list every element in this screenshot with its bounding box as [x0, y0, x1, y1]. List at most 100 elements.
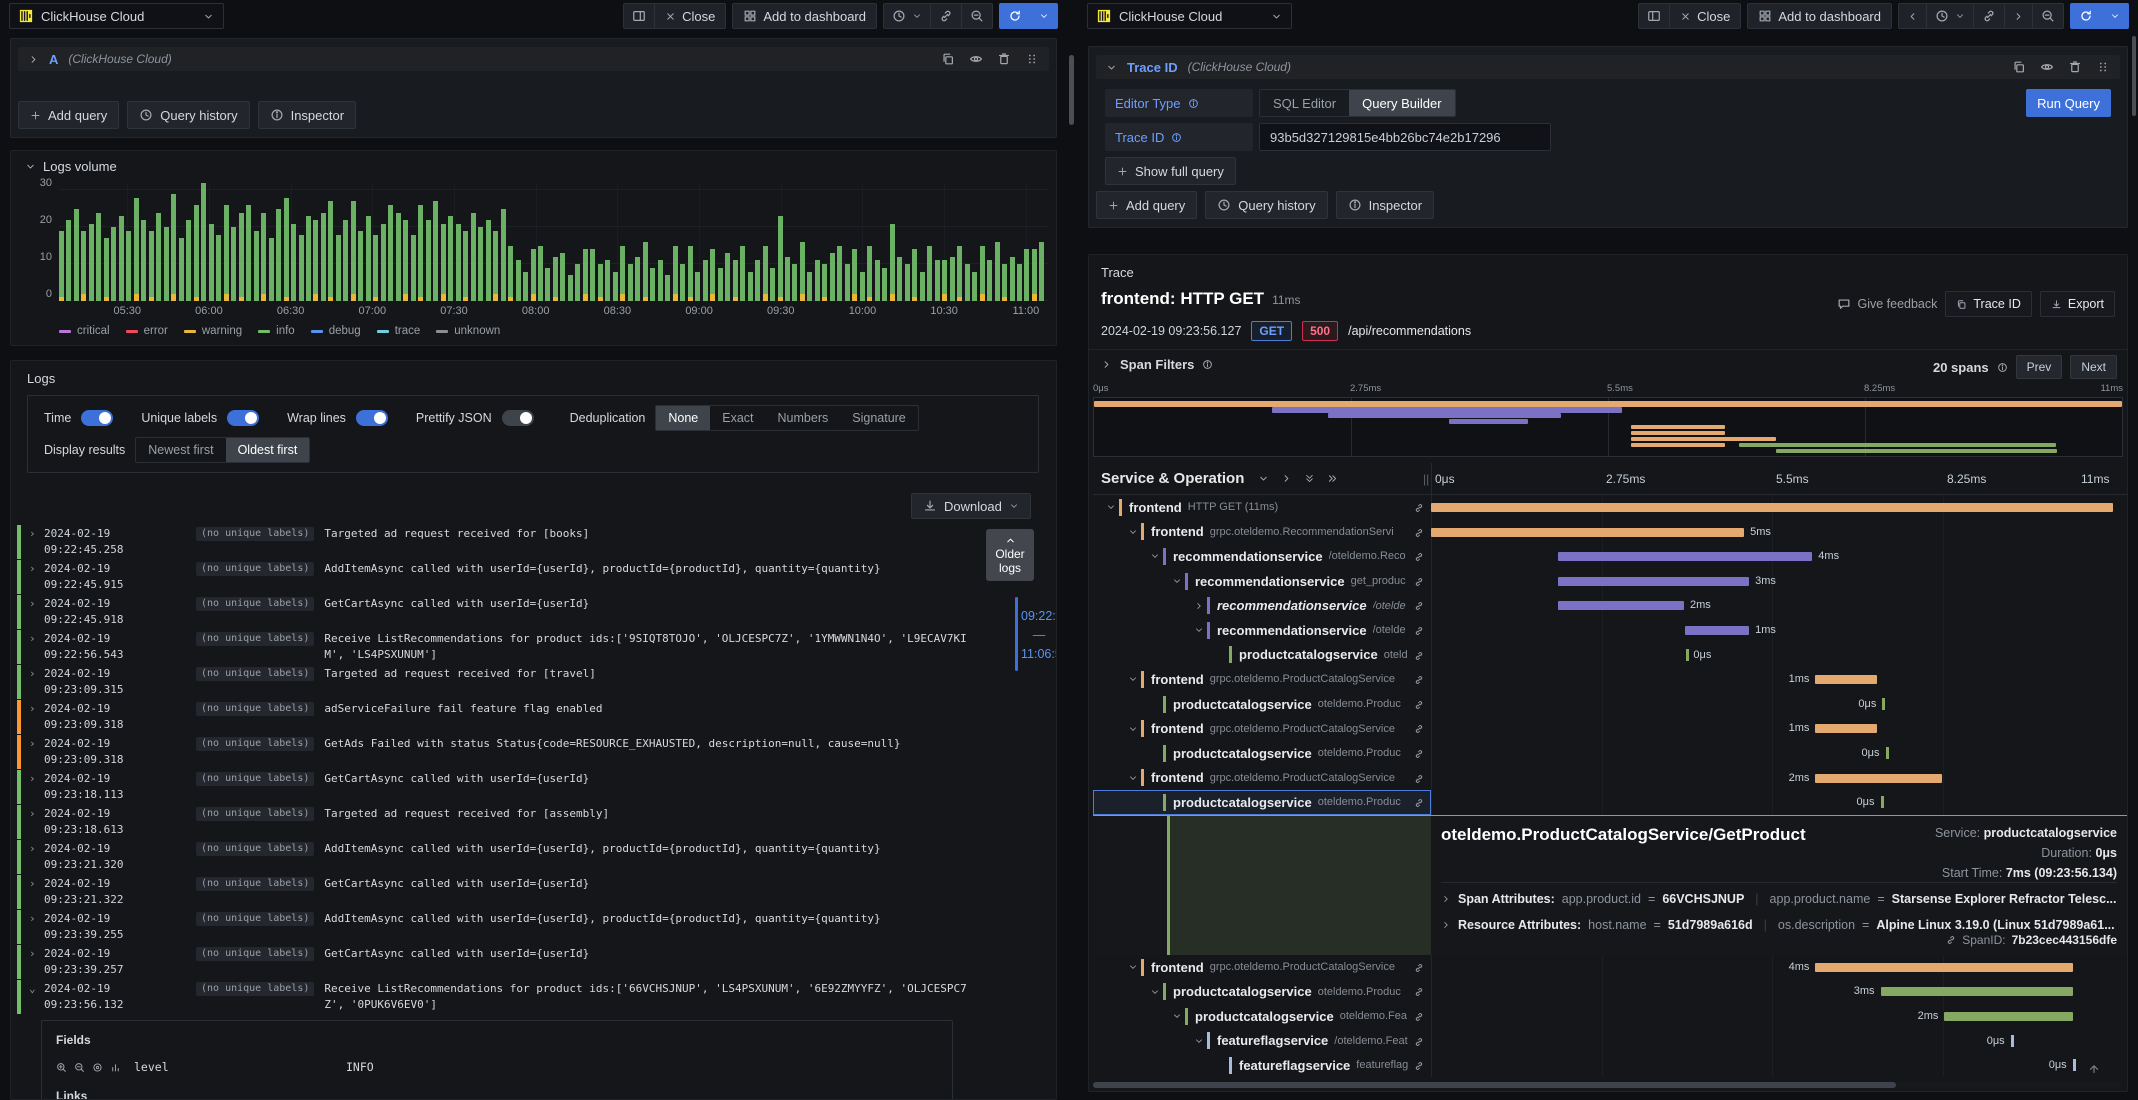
chevron-right-icon[interactable]: › [29, 771, 44, 802]
logs-volume-header[interactable]: Logs volume [25, 159, 117, 174]
chevron-right-icon[interactable]: › [29, 701, 44, 732]
time-toggle[interactable] [81, 410, 114, 426]
legend-item-error[interactable]: error [125, 325, 168, 337]
log-row[interactable]: › 2024-02-19 09:22:45.258 (no unique label… [17, 525, 975, 559]
chevron-down-icon[interactable]: ⌄ [29, 981, 44, 1012]
column-resize-handle[interactable]: || [1423, 472, 1429, 486]
query-row-header[interactable]: A (ClickHouse Cloud) [18, 47, 1049, 71]
log-row[interactable]: › 2024-02-19 09:23:09.318 (no unique label… [17, 700, 975, 734]
span-bar[interactable] [1558, 576, 1750, 586]
log-scroll-indicator[interactable] [1015, 597, 1018, 671]
time-shift-back-button[interactable] [1898, 3, 1927, 29]
span-row[interactable]: productcatalogservice oteldemo.Fea 2ms [1093, 1004, 2127, 1029]
chevron-right-icon[interactable]: › [29, 631, 44, 662]
dedup-option-exact[interactable]: Exact [710, 406, 765, 430]
editor-type-query-builder[interactable]: Query Builder [1349, 90, 1455, 116]
span-tick[interactable] [1880, 796, 1884, 809]
duplicate-query-icon[interactable] [941, 52, 955, 66]
expand-all-icon[interactable] [1327, 473, 1338, 484]
span-bar[interactable] [1815, 724, 1878, 734]
inspector-button[interactable]: Inspector [1335, 191, 1435, 219]
log-row[interactable]: › 2024-02-19 09:22:45.918 (no unique label… [17, 595, 975, 629]
inspector-button[interactable]: Inspector [257, 101, 357, 129]
span-bar[interactable] [1431, 527, 1745, 537]
trace-id-copy-button[interactable]: Trace ID [1945, 291, 2032, 317]
display-option-oldest-first[interactable]: Oldest first [225, 438, 310, 462]
log-row[interactable]: › 2024-02-19 09:23:39.257 (no unique label… [17, 945, 975, 979]
datasource-picker[interactable]: ClickHouse Cloud [1087, 3, 1292, 29]
dedup-option-none[interactable]: None [656, 406, 711, 430]
horizontal-scrollbar[interactable] [1093, 1082, 2123, 1088]
span-row[interactable]: recommendationservice/oteldemo.Reco 4ms [1093, 544, 2127, 569]
chevron-right-icon[interactable]: › [29, 876, 44, 907]
datasource-picker[interactable]: ClickHouse Cloud [9, 3, 224, 29]
prev-span-button[interactable]: Prev [2015, 355, 2063, 379]
chevron-right-icon[interactable]: › [29, 841, 44, 872]
log-row[interactable]: › 2024-02-19 09:22:56.543 (no unique label… [17, 630, 975, 664]
span-bar[interactable] [1815, 962, 2073, 972]
log-row[interactable]: › 2024-02-19 09:23:39.255 (no unique label… [17, 910, 975, 944]
span-row[interactable]: featureflagservice/oteldemo.Feat 0μs [1093, 1029, 2127, 1054]
run-query-button[interactable]: Run Query [2026, 89, 2111, 117]
chevron-right-icon[interactable]: › [29, 736, 44, 767]
log-row[interactable]: › 2024-02-19 09:23:21.320 (no unique label… [17, 840, 975, 874]
zoom-out-time-button[interactable] [961, 3, 993, 29]
span-row[interactable]: productcatalogservice oteld 0μs [1093, 643, 2127, 668]
log-row[interactable]: › 2024-02-19 09:23:09.318 (no unique label… [17, 735, 975, 769]
delete-query-icon[interactable] [997, 52, 1011, 66]
span-row[interactable]: frontend HTTP GET (11ms) [1093, 495, 2127, 520]
chevron-right-icon[interactable]: › [29, 561, 44, 592]
span-tick[interactable] [1885, 746, 1889, 759]
span-id[interactable]: SpanID: 7b23cec443156dfe [1946, 933, 2117, 947]
refresh-button[interactable] [999, 3, 1031, 29]
hide-query-icon[interactable] [2040, 60, 2054, 74]
older-logs-button[interactable]: Older logs [986, 529, 1034, 581]
add-query-button[interactable]: Add query [18, 101, 120, 129]
log-row[interactable]: › 2024-02-19 09:23:18.613 (no unique label… [17, 805, 975, 839]
span-row[interactable]: productcatalogservice oteldemo.Produc 3ms [1093, 979, 2127, 1004]
trace-id-input[interactable]: 93b5d327129815e4bb26bc74e2b17296 [1259, 123, 1551, 151]
wrap-lines-toggle[interactable] [355, 410, 388, 426]
dedup-option-numbers[interactable]: Numbers [766, 406, 841, 430]
span-bar[interactable] [1944, 1011, 2073, 1021]
right-pane-scrollbar[interactable] [2132, 36, 2136, 116]
chevron-right-icon[interactable]: › [29, 911, 44, 942]
refresh-interval-button[interactable] [2101, 3, 2129, 29]
span-attributes-row[interactable]: Span Attributes: app.product.id = 66VCHSJNU… [1441, 892, 2117, 906]
split-pane-button[interactable] [1638, 3, 1671, 29]
span-row[interactable]: recommendationservice/otelde 1ms [1093, 618, 2127, 643]
copy-link-button[interactable] [930, 3, 962, 29]
close-split-button[interactable]: Close [654, 3, 727, 29]
expand-one-icon[interactable] [1281, 473, 1292, 484]
span-bar[interactable] [1431, 503, 2113, 512]
span-tick[interactable] [2072, 1059, 2076, 1072]
span-tick[interactable] [1882, 697, 1886, 710]
span-bar[interactable] [1880, 987, 2073, 997]
dedup-option-signature[interactable]: Signature [840, 406, 918, 430]
download-button[interactable]: Download [911, 493, 1031, 519]
unique-labels-toggle[interactable] [227, 410, 260, 426]
drag-handle-icon[interactable] [2096, 60, 2110, 74]
legend-item-info[interactable]: info [258, 325, 295, 337]
time-picker-button[interactable] [883, 3, 931, 29]
span-tick[interactable] [1686, 648, 1690, 661]
editor-type-sql-editor[interactable]: SQL Editor [1260, 90, 1349, 116]
resource-attributes-row[interactable]: Resource Attributes: host.name = 51d7989a61… [1441, 918, 2117, 932]
query-history-button[interactable]: Query history [127, 101, 250, 129]
span-row[interactable]: productcatalogservice oteldemo.Produc 0μs [1093, 790, 2127, 815]
span-row[interactable]: frontend grpc.oteldemo.ProductCatalogServ… [1093, 667, 2127, 692]
span-row[interactable]: productcatalogservice oteldemo.Produc 0μs [1093, 741, 2127, 766]
query-history-button[interactable]: Query history [1205, 191, 1328, 219]
span-row[interactable]: recommendationservice/otelde 2ms [1093, 593, 2127, 618]
left-pane-scrollbar[interactable] [1069, 55, 1074, 125]
refresh-button[interactable] [2070, 3, 2102, 29]
span-row[interactable]: frontend grpc.oteldemo.RecommendationServ… [1093, 520, 2127, 545]
span-bar[interactable] [1558, 552, 1813, 562]
log-row[interactable]: › 2024-02-19 09:23:09.315 (no unique label… [17, 665, 975, 699]
log-row[interactable]: › 2024-02-19 09:22:45.915 (no unique label… [17, 560, 975, 594]
log-row[interactable]: › 2024-02-19 09:23:21.322 (no unique label… [17, 875, 975, 909]
legend-item-critical[interactable]: critical [59, 325, 110, 337]
log-row[interactable]: › 2024-02-19 09:23:18.113 (no unique label… [17, 770, 975, 804]
chevron-right-icon[interactable]: › [29, 806, 44, 837]
query-row-header[interactable]: Trace ID (ClickHouse Cloud) [1096, 55, 2120, 79]
